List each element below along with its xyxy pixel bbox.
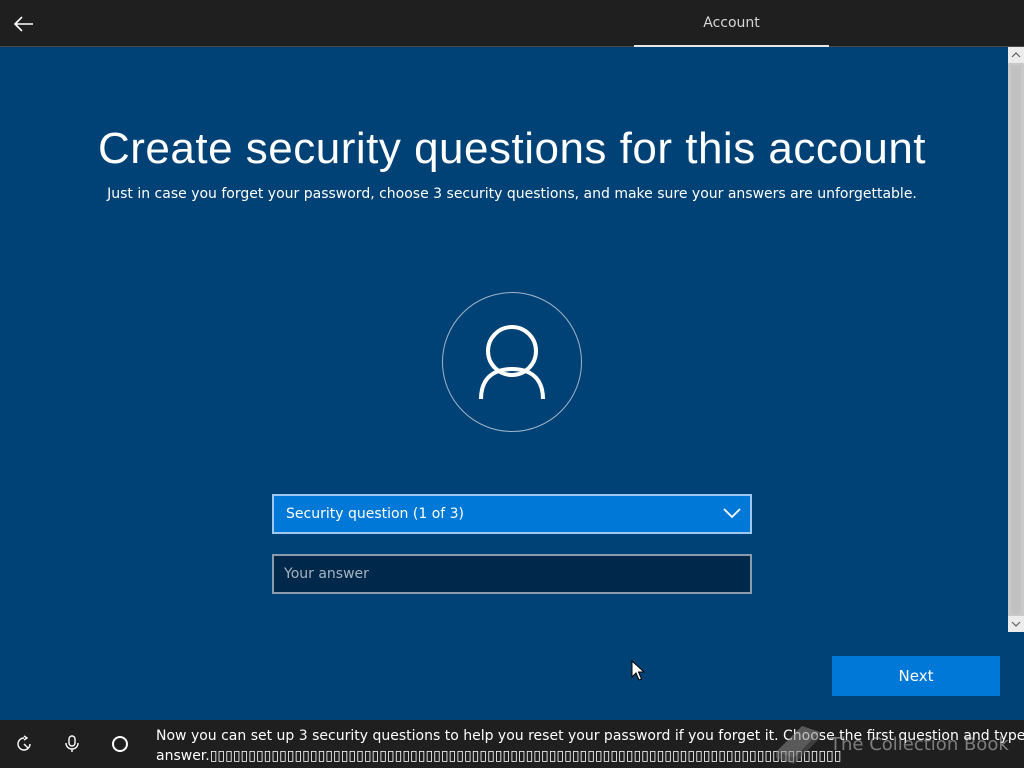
watermark: The Collection Book bbox=[772, 722, 1022, 766]
top-bar: Account bbox=[0, 0, 1024, 47]
scroll-up-button[interactable] bbox=[1008, 47, 1024, 63]
chevron-up-icon bbox=[1011, 52, 1021, 58]
watermark-text: The Collection Book bbox=[830, 733, 1009, 755]
next-button[interactable]: Next bbox=[832, 656, 1000, 696]
taskbar: Now you can set up 3 security questions … bbox=[0, 720, 1024, 768]
page-title: Create security questions for this accou… bbox=[97, 124, 927, 173]
answer-input[interactable] bbox=[272, 554, 752, 594]
chevron-down-icon bbox=[723, 508, 741, 519]
page-subtitle: Just in case you forget your password, c… bbox=[107, 186, 917, 202]
microphone-icon bbox=[65, 735, 79, 752]
user-icon bbox=[479, 325, 545, 400]
avatar bbox=[442, 292, 582, 432]
security-question-selected: Security question (1 of 3) bbox=[286, 506, 465, 522]
ease-of-access-button[interactable] bbox=[12, 732, 36, 756]
back-arrow-icon bbox=[14, 16, 33, 32]
microphone-button[interactable] bbox=[60, 732, 84, 756]
scroll-down-button[interactable] bbox=[1008, 616, 1024, 632]
chevron-down-icon bbox=[1011, 621, 1021, 627]
mouse-cursor-icon bbox=[631, 660, 645, 681]
security-question-select[interactable]: Security question (1 of 3) bbox=[272, 494, 752, 534]
cortana-icon bbox=[112, 736, 128, 752]
book-logo-icon bbox=[776, 726, 820, 764]
cortana-button[interactable] bbox=[108, 732, 132, 756]
accessibility-icon bbox=[17, 735, 31, 751]
back-button[interactable] bbox=[8, 8, 40, 40]
tab-account[interactable]: Account bbox=[634, 0, 829, 47]
